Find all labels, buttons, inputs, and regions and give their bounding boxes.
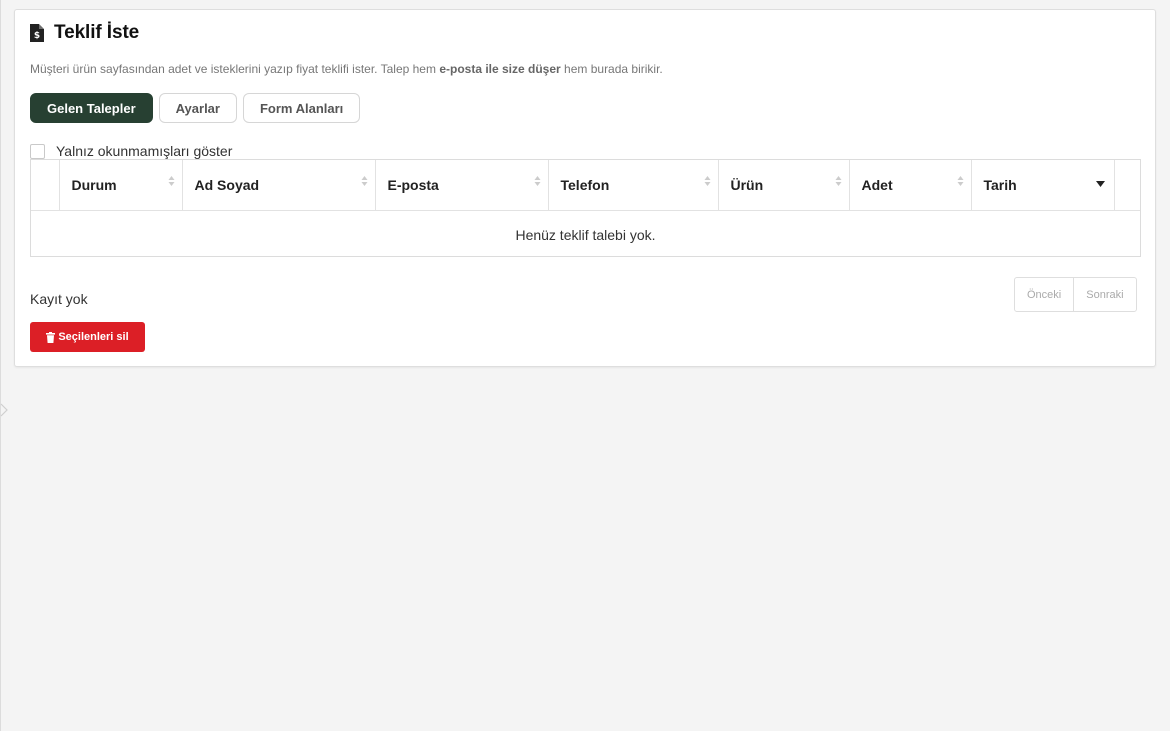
tab-bar: Gelen Talepler Ayarlar Form Alanları [30, 93, 361, 123]
column-header-ad-soyad[interactable]: Ad Soyad [182, 160, 376, 211]
column-header-adet[interactable]: Adet [849, 160, 972, 211]
column-header-durum[interactable]: Durum [59, 160, 183, 211]
select-all-header[interactable] [31, 160, 60, 211]
tab-form-alanlari[interactable]: Form Alanları [242, 93, 361, 123]
sort-icon [957, 176, 963, 186]
next-page-button[interactable]: Sonraki [1074, 278, 1135, 311]
empty-row: Henüz teklif talebi yok. [31, 210, 1140, 259]
description-emphasis: e-posta ile size düşer [439, 62, 561, 76]
column-header-urun[interactable]: Ürün [718, 160, 850, 211]
trash-icon [46, 331, 56, 343]
sort-icon [361, 176, 367, 186]
column-header-e-posta[interactable]: E-posta [375, 160, 549, 211]
content-card: $ Teklif İste Müşteri ürün sayfasından a… [14, 9, 1156, 367]
tab-ayarlar[interactable]: Ayarlar [158, 93, 237, 123]
requests-table: Durum Ad Soyad E-posta Telefon Ürün Adet… [30, 159, 1141, 257]
sort-icon [704, 176, 710, 186]
tab-gelen-talepler[interactable]: Gelen Talepler [30, 93, 153, 123]
svg-text:$: $ [34, 31, 40, 41]
column-label: Ürün [730, 176, 764, 193]
description-text: Müşteri ürün sayfasından adet ve istekle… [30, 62, 440, 76]
chevron-right-icon[interactable] [0, 403, 10, 417]
sort-descending-icon [1095, 181, 1105, 187]
sort-icon [168, 176, 174, 186]
pagination: Önceki Sonraki [1014, 277, 1137, 312]
column-header-telefon[interactable]: Telefon [548, 160, 719, 211]
page-title: Teklif İste [54, 22, 140, 43]
column-label: Durum [71, 176, 117, 193]
sort-icon [534, 176, 540, 186]
previous-page-button[interactable]: Önceki [1015, 278, 1075, 311]
page-header: $ Teklif İste [30, 22, 139, 44]
description-text-end: hem burada birikir. [560, 62, 663, 76]
record-count: Kayıt yok [30, 291, 88, 307]
column-label: E-posta [387, 176, 439, 193]
column-label: Ad Soyad [194, 176, 260, 193]
table-header-row: Durum Ad Soyad E-posta Telefon Ürün Adet… [31, 160, 1140, 211]
page-description: Müşteri ürün sayfasından adet ve istekle… [30, 62, 663, 76]
unread-only-label: Yalnız okunmamışları göster [56, 143, 233, 159]
invoice-dollar-icon: $ [30, 24, 44, 42]
empty-message: Henüz teklif talebi yok. [515, 226, 656, 243]
column-label: Telefon [560, 176, 610, 193]
column-header-tarih[interactable]: Tarih [971, 160, 1115, 211]
delete-selected-button[interactable]: Seçilenleri sil [30, 322, 145, 352]
column-label: Tarih [983, 176, 1017, 193]
column-label: Adet [861, 176, 893, 193]
actions-header [1114, 160, 1140, 211]
unread-only-checkbox[interactable] [30, 143, 45, 159]
delete-selected-label: Seçilenleri sil [58, 331, 129, 343]
unread-filter[interactable]: Yalnız okunmamışları göster [30, 143, 232, 159]
sidebar-edge [0, 0, 1, 731]
sort-icon [835, 176, 841, 186]
